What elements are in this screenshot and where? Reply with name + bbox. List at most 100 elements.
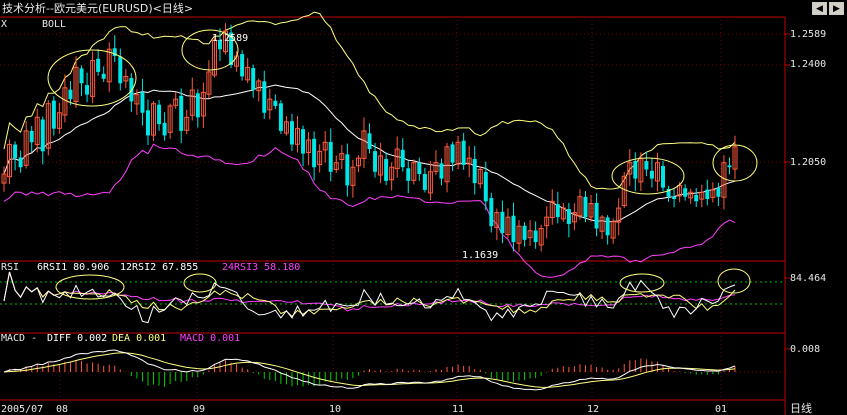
candlestick-series (1, 23, 738, 252)
x-tick-01: 01 (715, 404, 727, 415)
candle-body-down (705, 189, 710, 199)
candle-body-down (251, 68, 256, 91)
candle-body-down (51, 100, 56, 129)
x-tick-08: 08 (56, 404, 68, 415)
candle-body-down (367, 133, 372, 150)
candle-body-down (594, 202, 599, 229)
macd-dea-value: DEA 0.001 (112, 333, 166, 344)
candle-body-down (278, 103, 283, 131)
macd-diff-value: DIFF 0.002 (47, 333, 107, 344)
x-corner-label: 2005/07 (1, 404, 43, 415)
ytick-top: 1.2589 (790, 29, 826, 40)
indicator-label: BOLL (42, 19, 66, 30)
highlight-ellipse-0 (47, 49, 137, 107)
candle-body-down (450, 144, 455, 163)
candle-body-down (157, 104, 162, 125)
candle-body-down (140, 92, 145, 113)
boll-lower-line (3, 143, 736, 278)
low-annotation: 1.1639 (462, 250, 498, 261)
scroll-right-button[interactable]: ▶ (829, 2, 844, 15)
macd-macd-value: MACD 0.001 (180, 333, 240, 344)
candle-body-down (384, 159, 389, 181)
candle-body-down (661, 166, 666, 188)
candle-body-down (162, 122, 167, 136)
candle-body-down (195, 93, 200, 118)
forex-chart[interactable]: 技术分析--欧元美元(EURUSD)<日线> X BOLL 1.2589 1.2… (0, 0, 847, 415)
candle-body-down (129, 78, 134, 102)
candle-body-down (101, 73, 106, 79)
rsi-prefix: RSI (1, 262, 19, 273)
candle-body-down (345, 154, 350, 186)
candle-body-down (96, 58, 101, 72)
candle-body-down (40, 119, 45, 152)
x-label: X (1, 19, 7, 30)
rsi-ytick: 84.464 (790, 273, 826, 284)
candle-body-down (489, 198, 494, 227)
candle-body-down (644, 161, 649, 170)
scroll-left-button[interactable]: ◀ (812, 2, 827, 15)
boll-mid-line (3, 84, 736, 223)
candle-body-down (13, 144, 18, 159)
candle-body-down (273, 100, 278, 106)
candle-body-down (18, 157, 23, 168)
x-tick-09: 09 (193, 404, 205, 415)
candle-body-down (79, 68, 84, 84)
candle-body-down (312, 138, 317, 168)
candle-body-down (179, 95, 184, 131)
x-tick-10: 10 (329, 404, 341, 415)
candle-body-down (633, 160, 638, 179)
macd-ytick: 0.008 (790, 344, 820, 355)
candle-body-down (672, 196, 677, 199)
candle-body-down (605, 217, 610, 236)
candle-body-down (400, 149, 405, 168)
macd-panel (3, 349, 736, 391)
chart-title: 技术分析--欧元美元(EURUSD)<日线> (2, 1, 193, 15)
candle-body-down (716, 188, 721, 197)
candle-body-down (511, 215, 516, 243)
arrow-left-icon: ◀ (816, 4, 823, 14)
highlight-ellipse-5 (183, 273, 217, 293)
x-tick-12: 12 (587, 404, 599, 415)
candle-body-down (694, 194, 699, 202)
candle-body-down (301, 129, 306, 154)
candle-body-down (328, 141, 333, 172)
highlight-ellipse-7 (717, 268, 751, 294)
arrow-right-icon: ▶ (833, 4, 840, 14)
rsi3-value: 24RSI3 58.180 (222, 262, 300, 273)
rsi-panel (3, 271, 736, 324)
candle-body-down (683, 188, 688, 197)
candle-body-down (461, 140, 466, 165)
macd-prefix: MACD - (1, 333, 37, 344)
candle-body-down (727, 165, 732, 168)
rsi2-value: 12RSI2 67.855 (120, 262, 198, 273)
candle-body-down (29, 130, 34, 143)
candle-body-down (240, 54, 245, 77)
candle-body-down (566, 209, 571, 224)
candle-body-down (439, 163, 444, 179)
candle-body-down (533, 230, 538, 243)
candle-body-down (406, 168, 411, 181)
x-unit-label: 日线 (790, 401, 812, 415)
ytick-mid: 1.2400 (790, 59, 826, 70)
ytick-low: 1.2050 (790, 157, 826, 168)
candle-body-down (472, 158, 477, 184)
candle-body-down (583, 196, 588, 218)
candle-body-down (85, 85, 90, 95)
candle-body-down (483, 171, 488, 202)
highlight-ellipse-4 (55, 274, 125, 300)
candle-body-down (262, 81, 267, 113)
candle-body-down (68, 89, 73, 100)
rsi1-value: 6RSI1 80.906 (37, 262, 109, 273)
candle-body-down (422, 173, 427, 190)
highlight-ellipse-6 (619, 273, 665, 293)
candle-body-down (522, 225, 527, 240)
candle-body-down (289, 121, 294, 145)
candle-body-down (145, 110, 150, 136)
candle-body-down (649, 170, 654, 179)
candle-body-down (555, 204, 560, 218)
high-annotation: 1.2589 (212, 33, 248, 44)
x-tick-11: 11 (452, 404, 464, 415)
candle-body-down (500, 211, 505, 234)
candle-body-down (373, 151, 378, 172)
candle-body-down (118, 56, 123, 84)
